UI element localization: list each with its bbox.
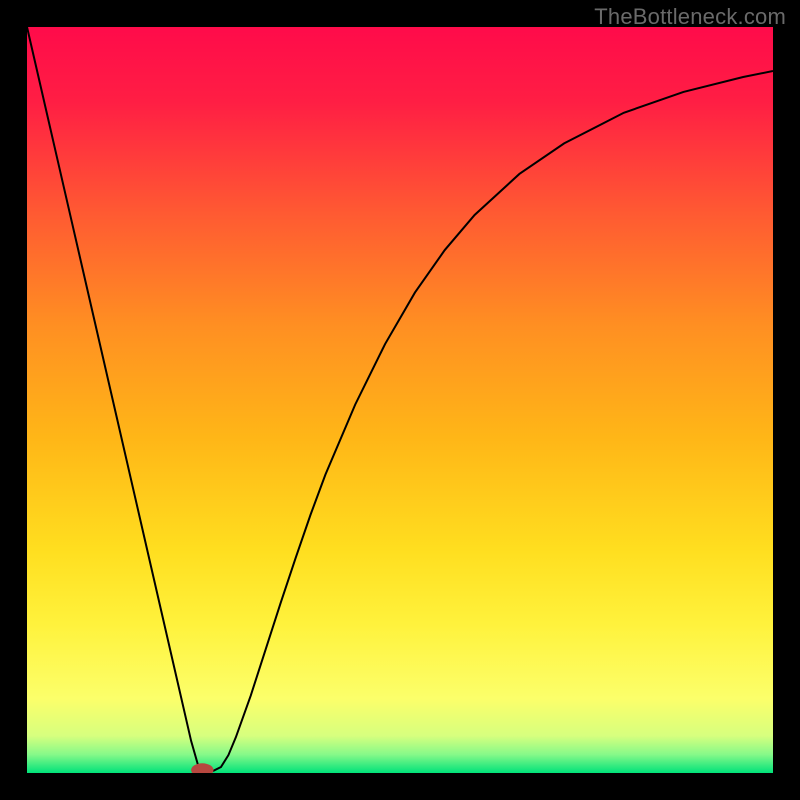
chart-svg (27, 27, 773, 773)
chart-plot-area (27, 27, 773, 773)
chart-background (27, 27, 773, 773)
